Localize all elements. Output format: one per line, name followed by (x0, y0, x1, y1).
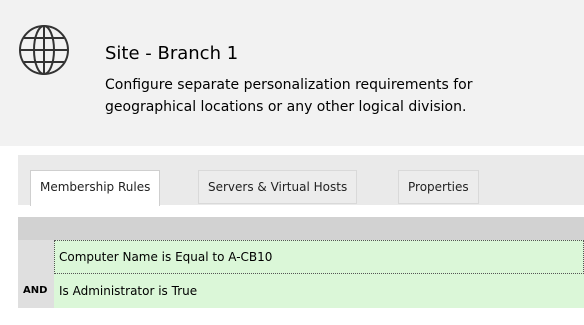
rule-row[interactable]: AND Is Administrator is True (18, 274, 584, 308)
globe-icon (19, 25, 69, 75)
rules-grid-header (18, 217, 584, 240)
site-header: Site - Branch 1 Configure separate perso… (0, 0, 584, 146)
tab-servers-virtual-hosts[interactable]: Servers & Virtual Hosts (198, 170, 358, 204)
membership-rules-content: Computer Name is Equal to A-CB10 AND Is … (18, 205, 584, 325)
rule-condition[interactable]: Computer Name is Equal to A-CB10 (54, 240, 584, 274)
rule-condition[interactable]: Is Administrator is True (54, 274, 584, 308)
tab-membership-rules[interactable]: Membership Rules (30, 170, 161, 206)
page-description: Configure separate personalization requi… (105, 74, 583, 118)
settings-panel: Membership Rules Servers & Virtual Hosts… (18, 155, 584, 325)
tab-bar: Membership Rules Servers & Virtual Hosts… (18, 170, 584, 206)
rule-row[interactable]: Computer Name is Equal to A-CB10 (18, 240, 584, 274)
tab-properties[interactable]: Properties (398, 170, 479, 204)
description-line-1: Configure separate personalization requi… (105, 77, 473, 93)
rule-operator: AND (18, 274, 54, 308)
rule-operator (18, 240, 54, 274)
page-title: Site - Branch 1 (105, 43, 239, 64)
description-line-2: geographical locations or any other logi… (105, 99, 467, 115)
